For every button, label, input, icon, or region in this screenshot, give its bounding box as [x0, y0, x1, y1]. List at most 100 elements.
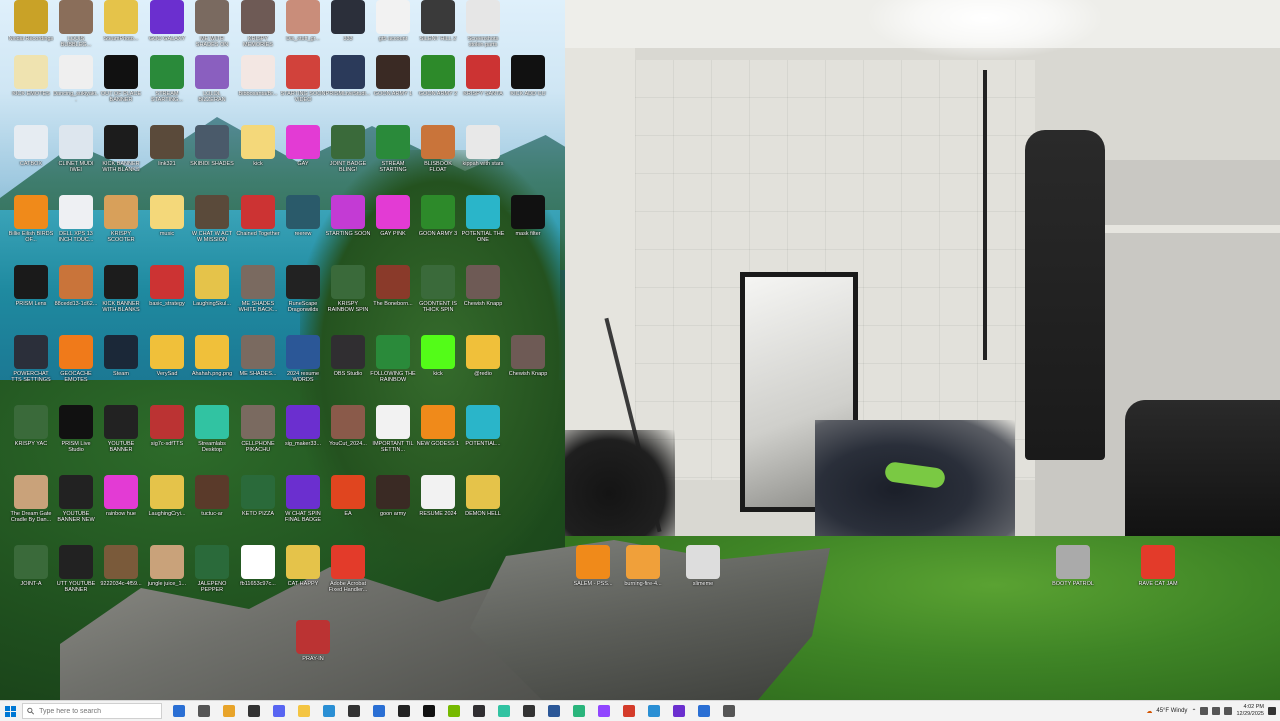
desktop-icon[interactable]: BOOTY PATROL [1050, 545, 1096, 615]
word-app-icon[interactable] [541, 701, 566, 721]
settings-app-icon[interactable] [716, 701, 741, 721]
desktop-icon[interactable]: LaughingCryi... [144, 475, 190, 545]
desktop-icon[interactable]: LOLOL BIZZERAN [189, 55, 235, 125]
sling-app-icon[interactable] [316, 701, 341, 721]
desktop-icon[interactable]: BLISBOOK FLOAT [415, 125, 461, 195]
desktop-icon[interactable]: Chewish Knapp [460, 265, 506, 335]
desktop-icon[interactable]: Adobe Acrobat Fixed Handler... [325, 545, 371, 615]
desktop-icon[interactable]: sig_maker33... [280, 405, 326, 475]
battery-icon[interactable] [1224, 707, 1233, 715]
desktop-icon[interactable]: POTENTIAL... [460, 405, 506, 475]
start-button[interactable] [0, 701, 20, 721]
vpn-app-icon[interactable] [691, 701, 716, 721]
desktop-icon[interactable]: CLINET MUDI IWEI [53, 125, 99, 195]
desktop-icon[interactable]: CATBOX [8, 125, 54, 195]
desktop-icon[interactable]: Ahahah.png.png [189, 335, 235, 405]
discord-app-icon[interactable] [266, 701, 291, 721]
desktop-icon[interactable]: KICK ADD CU [505, 55, 551, 125]
desktop-icon[interactable]: goon army [370, 475, 416, 545]
desktop-icon[interactable]: OBS Studio [325, 335, 371, 405]
obs-app-icon[interactable] [466, 701, 491, 721]
desktop-icon[interactable]: KRISPY SCOOTER [98, 195, 144, 265]
desktop-icon[interactable]: PRISM Lens [8, 265, 54, 335]
desktop-icon[interactable]: EA [325, 475, 371, 545]
desktop-icon[interactable]: UTT YOUTUBE BANNER [53, 545, 99, 615]
desktop-icon[interactable]: YOUTUBE BANNER NEW [53, 475, 99, 545]
desktop-icon[interactable]: GOON ARMY 1 [370, 55, 416, 125]
desktop-icon[interactable]: POWERCHAT TTS SETTINGS [8, 335, 54, 405]
desktop-icon[interactable]: GOONTENT IS THICK SPIN [415, 265, 461, 335]
desktop-icon[interactable]: KETO PIZZA [235, 475, 281, 545]
desktop-icon[interactable]: 9222034c-4f59... [98, 545, 144, 615]
desktop-icon[interactable]: PRISM Live Studio [53, 405, 99, 475]
desktop-icon[interactable]: kick [415, 335, 461, 405]
desktop-icon[interactable]: @redio [460, 335, 506, 405]
desktop-icon[interactable]: KRISPY RAINBOW SPIN [325, 265, 371, 335]
desktop-icon[interactable]: STREAM STARTING [370, 125, 416, 195]
desktop-icon[interactable]: STREAM STARTING... [144, 55, 190, 125]
desktop-icon[interactable]: kippah with stars [460, 125, 506, 195]
desktop-icon[interactable]: LaughingSkul... [189, 265, 235, 335]
desktop-icon[interactable]: The Dream Gate Cradle By Dan... [8, 475, 54, 545]
desktop-icon[interactable]: OUT OF PLACE BANNER [98, 55, 144, 125]
desktop-icon[interactable]: YouCut_2024... [325, 405, 371, 475]
desktop-icon[interactable]: RuneScape Dragonwilds [280, 265, 326, 335]
desktop-icon[interactable]: RESUME 2024 [415, 475, 461, 545]
pin-icon[interactable] [241, 701, 266, 721]
desktop-icon[interactable]: slimeme [680, 545, 726, 615]
terminal-app-icon[interactable] [341, 701, 366, 721]
desktop-icon[interactable]: RAVE CAT JAM [1135, 545, 1181, 615]
streamlabs-app-icon[interactable] [491, 701, 516, 721]
desktop-icon[interactable]: STARTING SOON [325, 195, 371, 265]
taskbar-search[interactable] [22, 703, 162, 719]
chevron-up-icon[interactable]: ⌃ [1191, 708, 1196, 715]
desktop-icon[interactable]: ME SHADES WHITE BACK... [235, 265, 281, 335]
notification-icon[interactable] [1268, 707, 1276, 715]
desktop-icon[interactable]: YOUTUBE BANNER [98, 405, 144, 475]
desktop-icon[interactable]: reerew [280, 195, 326, 265]
desktop-icon[interactable]: Dancing_sukiyaki... [53, 55, 99, 125]
desktop-icon[interactable]: kick [235, 125, 281, 195]
desktop-icon[interactable]: GAY PINK [370, 195, 416, 265]
desktop-icon[interactable]: FOLLOWING THE RAINBOW [370, 335, 416, 405]
desktop-icon[interactable]: KRISPY YAC [8, 405, 54, 475]
desktop-icon[interactable]: Chained Together [235, 195, 281, 265]
desktop-icon[interactable]: mask filter [505, 195, 551, 265]
desktop-icon[interactable]: SALEM - PSS... [570, 545, 616, 615]
desktop-icon[interactable]: Steam [98, 335, 144, 405]
desktop-icon[interactable]: JOINT BADGE BLING! [325, 125, 371, 195]
desktop-icon[interactable]: CELLPHONE PIKACHU [235, 405, 281, 475]
desktop-icon[interactable]: 88cedd13-1d62... [53, 265, 99, 335]
desktop-icon[interactable]: JOINT-A [8, 545, 54, 615]
desktop-icon[interactable]: Bibbosanta/Br... [235, 55, 281, 125]
desktop-icon[interactable]: STARTING SOON VIDEO [280, 55, 326, 125]
weather-text[interactable]: 45°F Windy [1156, 708, 1187, 714]
mic-app-icon[interactable] [391, 701, 416, 721]
capture-app-icon[interactable] [516, 701, 541, 721]
desktop-icon[interactable]: The Boneborn... [370, 265, 416, 335]
desktop-icon[interactable]: GAY [280, 125, 326, 195]
desktop-icon[interactable]: jungle juice_1... [144, 545, 190, 615]
desktop-icon[interactable]: JALEPENO PEPPER [189, 545, 235, 615]
desktop-icon[interactable]: Streamlabs Desktop [189, 405, 235, 475]
nvidia-app-icon[interactable] [441, 701, 466, 721]
desktop-icon[interactable]: KICK BANNER WITH BLANKS [98, 125, 144, 195]
desktop-icon[interactable]: W CHAT SPIN FINAL BADGE [280, 475, 326, 545]
twitch-app-icon[interactable] [591, 701, 616, 721]
desktop-icon[interactable]: W CHAT W ACT W MISSION [189, 195, 235, 265]
maps-app-icon[interactable] [566, 701, 591, 721]
desktop-icon[interactable]: link321 [144, 125, 190, 195]
desktop-icon[interactable]: basic_strategy [144, 265, 190, 335]
weather-icon[interactable]: ☁ [1146, 708, 1152, 715]
desktop-icon[interactable]: 2024 resume WORDS [280, 335, 326, 405]
volume-icon[interactable] [1212, 707, 1221, 715]
photos-app-icon[interactable] [641, 701, 666, 721]
desktop-icon[interactable]: KICK EMOTES [8, 55, 54, 125]
desktop-icon[interactable]: music [144, 195, 190, 265]
desktop-icon[interactable]: SKIBIDI SHADES [189, 125, 235, 195]
desktop-icon[interactable]: GEOCACHE EMOTES [53, 335, 99, 405]
desktop-icon[interactable]: fb11653c97c... [235, 545, 281, 615]
desktop-icon[interactable]: NEW GODESS 1 [415, 405, 461, 475]
desktop-icon[interactable]: GOON ARMY 2 [415, 55, 461, 125]
desktop-icon[interactable]: PRISMLiveStudi... [325, 55, 371, 125]
